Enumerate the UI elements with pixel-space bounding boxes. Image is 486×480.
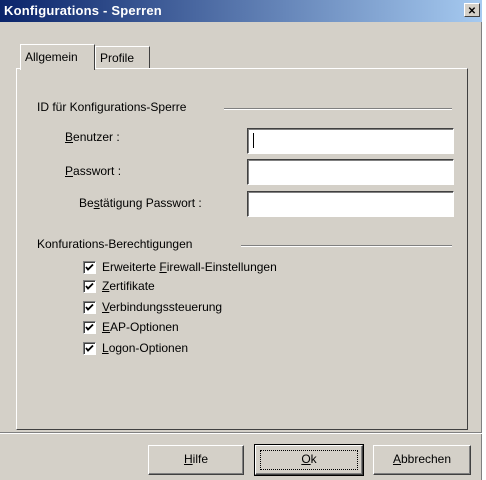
- checkbox-box[interactable]: [83, 280, 96, 293]
- tab-allgemein-label: Allgemein: [25, 50, 78, 64]
- checkmark-icon: [85, 263, 94, 271]
- checkbox-label: Verbindungssteuerung: [102, 300, 223, 314]
- button-bar-divider: [0, 432, 482, 434]
- checkmark-icon: [85, 323, 94, 331]
- text-caret: [253, 133, 254, 148]
- benutzer-label: Benutzer :: [65, 130, 120, 144]
- close-button[interactable]: ✕: [464, 3, 480, 17]
- group-perm-label: Konfurations-Berechtigungen: [37, 237, 193, 251]
- dialog-window: Konfigurations - Sperren ✕ Allgemein Pro…: [0, 0, 482, 480]
- cancel-button[interactable]: Abbrechen: [373, 445, 471, 475]
- tab-panel: ID für Konfigurations-Sperre Benutzer : …: [16, 68, 468, 430]
- close-icon: ✕: [467, 6, 477, 17]
- title-bar[interactable]: Konfigurations - Sperren ✕: [0, 0, 482, 22]
- tab-allgemein[interactable]: Allgemein: [20, 44, 95, 70]
- bestaetigung-label: Bestätigung Passwort :: [79, 196, 202, 210]
- passwort-input[interactable]: [247, 159, 454, 185]
- checkbox-label: Zertifikate: [102, 279, 155, 293]
- group-perm-divider: [241, 245, 452, 247]
- ok-button[interactable]: Ok: [254, 444, 364, 476]
- cancel-button-label: Abbrechen: [392, 452, 452, 466]
- checkbox-label: Erweiterte Firewall-Einstellungen: [102, 260, 277, 274]
- tab-profile-label: Profile: [100, 51, 135, 65]
- checkbox-box[interactable]: [83, 261, 96, 274]
- checkmark-icon: [85, 282, 94, 290]
- benutzer-input[interactable]: [247, 128, 454, 154]
- checkbox-box[interactable]: [83, 321, 96, 334]
- tab-profile[interactable]: Profile: [95, 46, 150, 68]
- checkmark-icon: [85, 303, 94, 311]
- checkbox-box[interactable]: [83, 301, 96, 314]
- focus-rectangle: [260, 450, 358, 470]
- help-button-label: Hilfe: [183, 452, 208, 466]
- group-id-divider: [224, 108, 452, 110]
- window-title: Konfigurations - Sperren: [4, 3, 162, 18]
- checkbox-label: Logon-Optionen: [102, 341, 189, 355]
- passwort-label: Passwort :: [65, 164, 122, 178]
- checkbox-label: EAP-Optionen: [102, 320, 179, 334]
- help-button[interactable]: Hilfe: [148, 445, 244, 475]
- checkmark-icon: [85, 344, 94, 352]
- bestaetigung-passwort-input[interactable]: [247, 191, 454, 217]
- group-id-label: ID für Konfigurations-Sperre: [37, 100, 187, 114]
- checkbox-box[interactable]: [83, 342, 96, 355]
